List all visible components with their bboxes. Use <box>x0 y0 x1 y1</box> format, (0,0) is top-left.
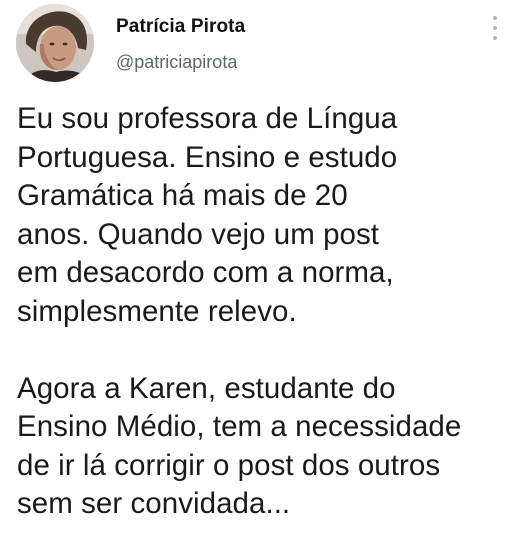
vertical-ellipsis-icon[interactable] <box>488 14 502 42</box>
dot-icon <box>493 36 497 40</box>
dot-icon <box>493 26 497 30</box>
author-handle[interactable]: @patriciapirota <box>116 52 237 73</box>
tweet-text-line: Portuguesa. Ensino e estudo <box>17 140 398 174</box>
profile-photo <box>16 4 94 82</box>
avatar[interactable] <box>16 4 94 82</box>
tweet-text-line: em desacordo com a norma, <box>17 256 394 289</box>
dot-icon <box>493 16 497 20</box>
tweet-text-line: simplesmente relevo. <box>17 294 297 328</box>
tweet-text: Eu sou professora de Língua Portuguesa. … <box>17 100 512 524</box>
tweet-text-line: Ensino Médio, tem a necessidade <box>17 410 462 443</box>
tweet-text-line: sem ser convidada... <box>17 487 291 520</box>
tweet-text-line: anos. Quando vejo um post <box>17 217 380 251</box>
tweet-text-line: Agora a Karen, estudante do <box>17 371 396 405</box>
author-name[interactable]: Patrícia Pirota <box>116 16 245 38</box>
tweet-text-line: Gramática há mais de 20 <box>17 179 348 212</box>
tweet-text-line: Eu sou professora de Língua <box>17 102 398 135</box>
tweet-text-line: de ir lá corrigir o post dos outros <box>17 448 441 482</box>
tweet-header: Patrícia Pirota @patriciapirota <box>16 4 504 84</box>
